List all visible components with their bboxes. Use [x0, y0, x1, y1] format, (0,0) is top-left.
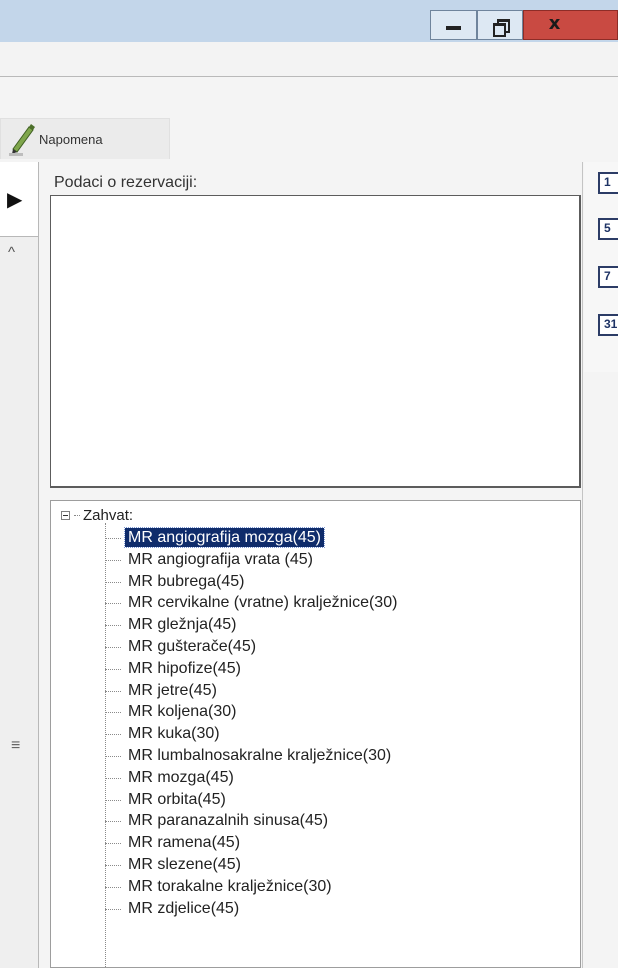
tree-item[interactable]: MR gušterače(45)	[51, 636, 580, 658]
tree-branch-line	[105, 668, 121, 670]
tree-item-label: MR orbita(45)	[128, 790, 226, 808]
tree-root[interactable]: Zahvat:	[61, 506, 133, 524]
tree-item[interactable]: MR torakalne kralježnice(30)	[51, 876, 580, 898]
minimize-icon	[446, 26, 461, 30]
tree-item-label: MR gušterače(45)	[128, 637, 257, 655]
calendar-day-button[interactable]: 1	[598, 172, 618, 194]
tree-branch-line	[105, 864, 121, 866]
pencil-note-icon	[9, 124, 35, 156]
tree-item-label: MR angiografija vrata (45)	[128, 550, 313, 568]
left-strip: ▶ ^ ≡	[0, 162, 39, 968]
play-button[interactable]: ▶	[0, 162, 38, 237]
tree-item-label: MR ramena(45)	[128, 834, 241, 852]
tree-item[interactable]: MR slezene(45)	[51, 854, 580, 876]
tree-branch-line	[105, 908, 121, 910]
tree-item-label: MR gležnja(45)	[128, 616, 237, 634]
tree-item[interactable]: MR ramena(45)	[51, 832, 580, 854]
tree-items: MR angiografija mozga(45) MR angiografija…	[51, 527, 580, 919]
right-panel: 1 5 7 31	[584, 162, 618, 372]
calendar-workweek-button[interactable]: 5	[598, 218, 618, 240]
tree-item-label: MR zdjelice(45)	[128, 899, 240, 917]
tree-item-label: MR bubrega(45)	[128, 572, 245, 590]
play-icon: ▶	[7, 188, 23, 211]
calendar-month-button[interactable]: 31	[598, 314, 618, 336]
tab-napomena[interactable]: Napomena	[0, 118, 170, 159]
tree-item-label: MR torakalne kralježnice(30)	[128, 877, 332, 895]
tree-branch-line	[105, 559, 121, 561]
tree-item-label: MR jetre(45)	[128, 681, 217, 699]
panel-divider	[582, 162, 583, 968]
procedure-tree[interactable]: Zahvat: MR angiografija mozga(45) MR angi…	[50, 500, 581, 968]
restore-button[interactable]	[477, 10, 523, 40]
tree-item[interactable]: MR cervikalne (vratne) kralježnice(30)	[51, 592, 580, 614]
tree-branch-line	[105, 690, 121, 692]
tree-item[interactable]: MR lumbalnosakralne kralježnice(30)	[51, 745, 580, 767]
tree-item[interactable]: MR bubrega(45)	[51, 571, 580, 593]
collapse-icon[interactable]	[61, 510, 70, 520]
tree-item[interactable]: MR gležnja(45)	[51, 614, 580, 636]
reservation-data-label: Podaci o rezervaciji:	[54, 174, 198, 191]
tree-branch-line	[105, 755, 121, 757]
tree-item-label: MR angiografija mozga(45)	[124, 527, 325, 548]
tree-branch-line	[105, 712, 121, 714]
tree-item[interactable]: MR koljena(30)	[51, 701, 580, 723]
minimize-button[interactable]	[430, 10, 477, 40]
tree-item[interactable]: MR kuka(30)	[51, 723, 580, 745]
tree-item-label: MR kuka(30)	[128, 725, 220, 743]
tree-branch-line	[105, 777, 121, 779]
close-icon: x	[548, 12, 561, 34]
tree-branch-line	[105, 843, 121, 845]
tree-item[interactable]: MR zdjelice(45)	[51, 898, 580, 920]
tree-root-label: Zahvat:	[83, 506, 134, 524]
tree-branch-line	[105, 538, 121, 539]
tree-item-label: MR cervikalne (vratne) kralježnice(30)	[128, 594, 398, 612]
tree-item[interactable]: MR mozga(45)	[51, 767, 580, 789]
tree-item-label: MR lumbalnosakralne kralježnice(30)	[128, 746, 392, 764]
tree-item[interactable]: MR jetre(45)	[51, 680, 580, 702]
tree-branch-line	[105, 886, 121, 888]
splitter-grip-icon[interactable]: ≡	[11, 737, 20, 755]
tree-branch-line	[105, 581, 121, 583]
tree-item-label: MR paranazalnih sinusa(45)	[128, 812, 329, 830]
tree-branch-line	[105, 799, 121, 801]
menu-band	[0, 42, 618, 77]
tree-item-label: MR slezene(45)	[128, 855, 241, 873]
restore-icon	[493, 18, 510, 37]
tree-item-label: MR koljena(30)	[128, 703, 237, 721]
tree-branch-line	[105, 625, 121, 627]
tree-branch-line	[105, 603, 121, 605]
tree-item[interactable]: MR orbita(45)	[51, 789, 580, 811]
tree-item-label: MR hipofize(45)	[128, 659, 241, 677]
tree-item-label: MR mozga(45)	[128, 768, 234, 786]
tree-branch-line	[105, 821, 121, 823]
close-button[interactable]: x	[523, 10, 618, 40]
tab-label: Napomena	[39, 131, 103, 147]
tree-item[interactable]: MR hipofize(45)	[51, 658, 580, 680]
tree-item[interactable]: MR angiografija vrata (45)	[51, 549, 580, 571]
reservation-data-textarea[interactable]	[50, 195, 581, 488]
tree-item[interactable]: MR paranazalnih sinusa(45)	[51, 810, 580, 832]
calendar-week-button[interactable]: 7	[598, 266, 618, 288]
window-titlebar: x	[0, 0, 618, 42]
tree-branch-line	[105, 734, 121, 736]
tree-branch-line	[105, 646, 121, 648]
collapse-up-icon[interactable]: ^	[8, 244, 15, 261]
tree-item[interactable]: MR angiografija mozga(45)	[51, 527, 580, 549]
